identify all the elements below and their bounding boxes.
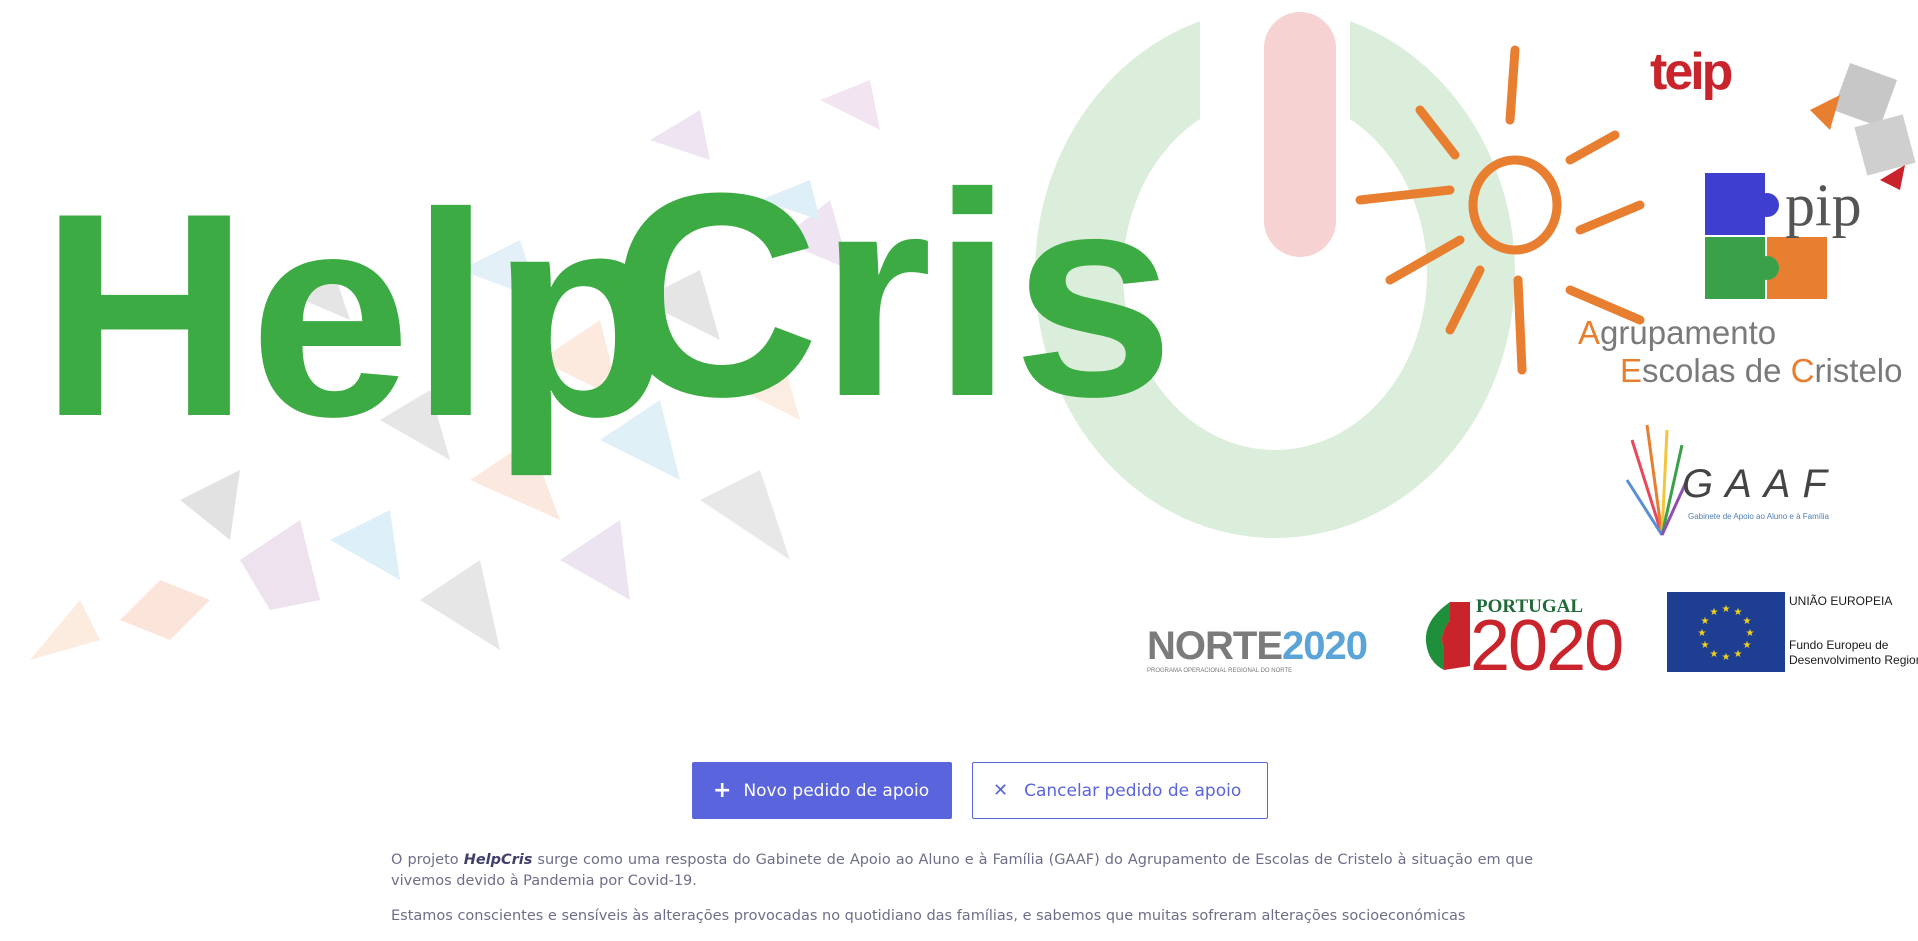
agrupamento-word: grupamento: [1600, 314, 1777, 351]
agrupamento-line1: Agrupamento: [1578, 314, 1776, 352]
intro-p1-before: O projeto: [391, 852, 464, 868]
norte2020-logo: NORTE2020 PROGRAMA OPERACIONAL REGIONAL …: [1147, 624, 1368, 674]
svg-text:★: ★: [1701, 616, 1710, 627]
eu-flag-icon: ★ ★ ★ ★ ★ ★ ★ ★ ★ ★ ★ ★: [1667, 592, 1785, 672]
cristelo-initial-c: C: [1790, 352, 1815, 389]
new-request-button[interactable]: + Novo pedido de apoio: [692, 762, 952, 819]
svg-text:★: ★: [1746, 628, 1755, 639]
svg-text:★: ★: [1710, 607, 1719, 618]
cancel-request-button[interactable]: ✕ Cancelar pedido de apoio: [972, 762, 1268, 819]
norte-text: NORTE: [1147, 624, 1283, 668]
cristelo-word: ristelo: [1814, 352, 1903, 389]
intro-p1-after: surge como uma resposta do Gabinete de A…: [391, 852, 1533, 889]
intro-paragraph-2: Estamos conscientes e sensíveis às alter…: [391, 908, 1466, 924]
teip-logo: teip: [1650, 43, 1733, 101]
eu-title: UNIÃO EUROPEIA: [1789, 594, 1893, 608]
cancel-request-label: Cancelar pedido de apoio: [1024, 780, 1242, 801]
norte-subtitle: PROGRAMA OPERACIONAL REGIONAL DO NORTE: [1147, 668, 1293, 674]
plus-icon: +: [713, 777, 732, 803]
svg-text:★: ★: [1734, 649, 1743, 660]
close-icon: ✕: [993, 779, 1009, 801]
brand-word-cris: Cris: [610, 133, 1175, 457]
portugal-year: 2020: [1470, 606, 1624, 686]
teip-logo-text: teip: [1650, 43, 1733, 101]
svg-text:★: ★: [1698, 628, 1707, 639]
hero-banner: Help Cris teip pip Agrupamento Escolas d…: [0, 0, 1918, 715]
new-request-label: Novo pedido de apoio: [743, 780, 930, 801]
svg-text:★: ★: [1743, 616, 1752, 627]
intro-paragraph-1: O projeto HelpCris surge como uma respos…: [391, 850, 1533, 892]
svg-text:★: ★: [1701, 640, 1710, 651]
gaaf-logo-text: GAAF: [1682, 462, 1839, 506]
intro-brand: HelpCris: [463, 852, 533, 868]
escolas-initial-e: E: [1620, 352, 1643, 389]
svg-text:★: ★: [1722, 652, 1731, 663]
svg-text:★: ★: [1743, 640, 1752, 651]
portugal-flag-icon: [1425, 602, 1470, 670]
eu-fund-line1: Fundo Europeu de: [1789, 638, 1889, 652]
brand-word-help: Help: [40, 153, 669, 477]
escolas-words: scolas de: [1642, 352, 1791, 389]
norte-year: 2020: [1282, 624, 1368, 668]
puzzle-birds-icon: [1810, 62, 1916, 190]
eu-stars-icon: ★ ★★ ★★★ ★★★ ★★★: [1698, 604, 1755, 663]
agrupamento-line2: Escolas de Cristelo: [1620, 352, 1902, 390]
agrupamento-initial-a: A: [1578, 314, 1601, 351]
eu-fund-line2: Desenvolvimento Regional: [1789, 653, 1918, 667]
eu-fund: Fundo Europeu de Desenvolvimento Regional: [1789, 638, 1918, 668]
intro-text: O projeto HelpCris surge como uma respos…: [391, 850, 1533, 941]
svg-text:★: ★: [1710, 649, 1719, 660]
gaaf-logo-subtitle: Gabinete de Apoio ao Aluno e à Família: [1688, 512, 1829, 521]
svg-text:★: ★: [1734, 607, 1743, 618]
svg-text:★: ★: [1722, 604, 1731, 615]
